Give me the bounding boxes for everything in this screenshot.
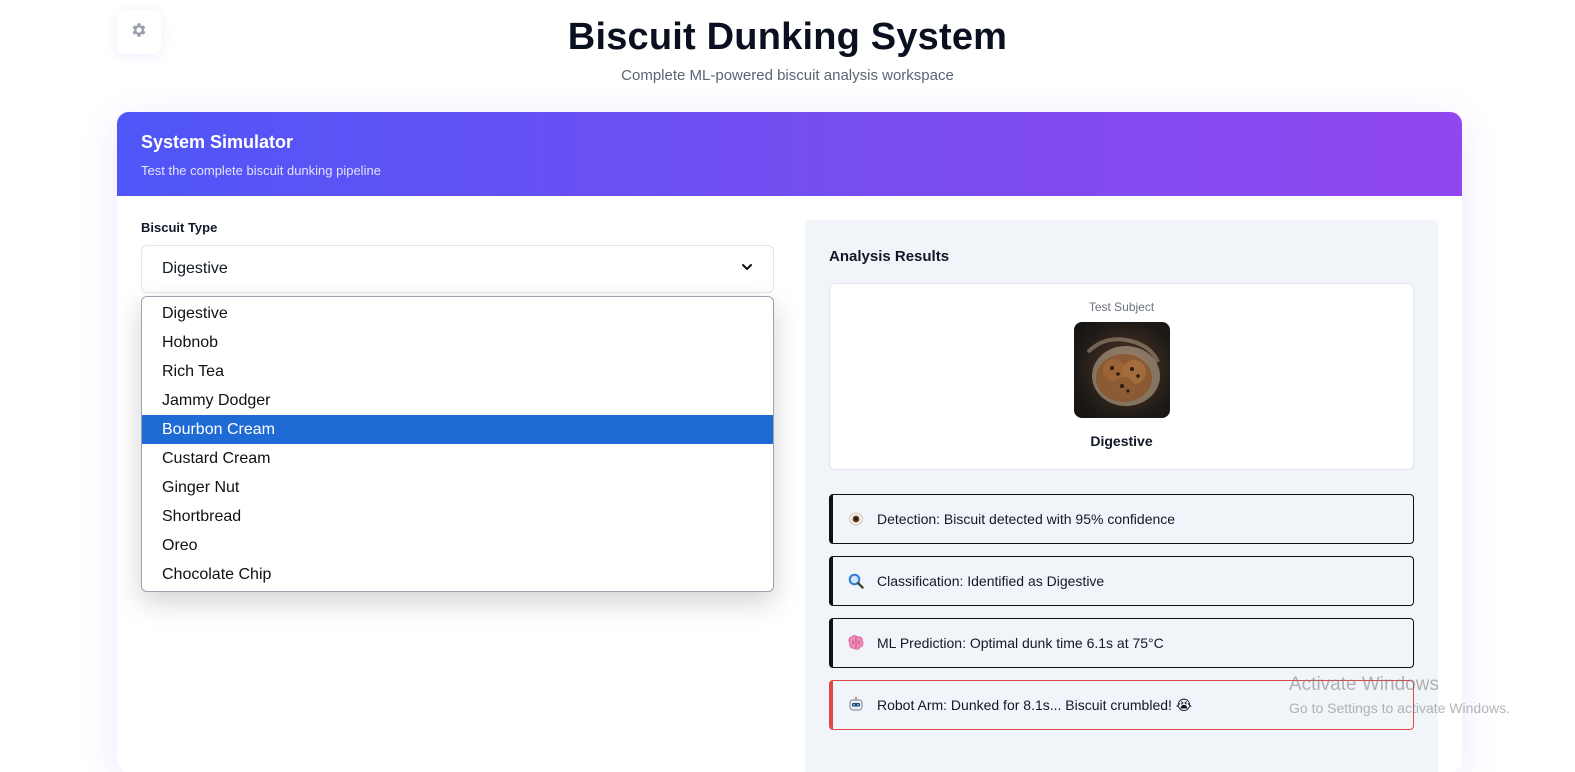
brain-icon bbox=[847, 634, 865, 652]
magnifier-icon bbox=[847, 572, 865, 590]
test-subject-label: Test Subject bbox=[1088, 300, 1155, 314]
log-classification-text: Classification: Identified as Digestive bbox=[877, 573, 1105, 589]
simulator-subtitle: Test the complete biscuit dunking pipeli… bbox=[141, 163, 381, 178]
option-digestive[interactable]: Digestive bbox=[142, 299, 773, 328]
simulator-header: System Simulator Test the complete biscu… bbox=[117, 112, 1462, 196]
simulator-card: System Simulator Test the complete biscu… bbox=[117, 112, 1462, 772]
eye-icon bbox=[847, 510, 865, 528]
option-custard-cream[interactable]: Custard Cream bbox=[142, 444, 773, 473]
log-detection-text: Detection: Biscuit detected with 95% con… bbox=[877, 511, 1176, 527]
option-ginger-nut[interactable]: Ginger Nut bbox=[142, 473, 773, 502]
robot-icon bbox=[847, 696, 865, 714]
analysis-results-title: Analysis Results bbox=[829, 248, 950, 265]
option-rich-tea[interactable]: Rich Tea bbox=[142, 357, 773, 386]
option-oreo[interactable]: Oreo bbox=[142, 531, 773, 560]
test-subject-name: Digestive bbox=[1090, 433, 1153, 449]
log-robot-arm-text: Robot Arm: Dunked for 8.1s... Biscuit cr… bbox=[877, 696, 1193, 713]
log-ml-prediction-text: ML Prediction: Optimal dunk time 6.1s at… bbox=[877, 635, 1164, 651]
log-ml-prediction: ML Prediction: Optimal dunk time 6.1s at… bbox=[829, 618, 1414, 668]
option-shortbread[interactable]: Shortbread bbox=[142, 502, 773, 531]
log-classification: Classification: Identified as Digestive bbox=[829, 556, 1414, 606]
option-hobnob[interactable]: Hobnob bbox=[142, 328, 773, 357]
test-subject-card: Test Subject Digestive bbox=[829, 283, 1414, 470]
watermark-line-2: Go to Settings to activate Windows. bbox=[1289, 700, 1510, 716]
page-subtitle: Complete ML-powered biscuit analysis wor… bbox=[621, 67, 954, 84]
biscuit-type-dropdown[interactable]: Digestive Hobnob Rich Tea Jammy Dodger B… bbox=[141, 296, 774, 592]
biscuit-type-selected-value: Digestive bbox=[162, 260, 228, 277]
option-bourbon-cream[interactable]: Bourbon Cream bbox=[142, 415, 773, 444]
chevron-down-icon bbox=[741, 260, 753, 278]
windows-activation-watermark: Activate Windows Go to Settings to activ… bbox=[1289, 674, 1510, 716]
biscuit-type-label: Biscuit Type bbox=[141, 220, 218, 235]
biscuit-type-select[interactable]: Digestive bbox=[141, 245, 774, 293]
simulator-controls: Biscuit Type Digestive Digestive Hobnob … bbox=[141, 220, 774, 592]
biscuit-image bbox=[1073, 322, 1170, 418]
watermark-line-1: Activate Windows bbox=[1289, 674, 1439, 695]
page-title: Biscuit Dunking System bbox=[567, 16, 1008, 58]
option-jammy-dodger[interactable]: Jammy Dodger bbox=[142, 386, 773, 415]
simulator-title: System Simulator bbox=[141, 132, 294, 152]
log-detection: Detection: Biscuit detected with 95% con… bbox=[829, 494, 1414, 544]
option-chocolate-chip[interactable]: Chocolate Chip bbox=[142, 560, 773, 589]
